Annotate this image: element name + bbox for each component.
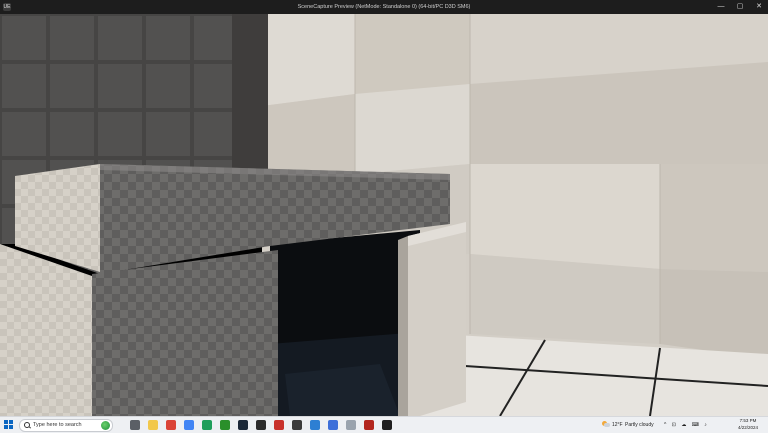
right-pillar <box>408 222 466 416</box>
weather-temp: 12°F <box>612 422 623 428</box>
bing-globe-icon <box>101 421 110 430</box>
windows-start-icon[interactable] <box>4 420 14 430</box>
taskbar-search[interactable]: Type here to search <box>19 419 113 432</box>
weather-desc: Partly cloudy <box>625 422 654 428</box>
chrome-icon[interactable] <box>166 420 176 430</box>
task-view-icon[interactable] <box>130 420 140 430</box>
weather-icon[interactable] <box>602 421 610 428</box>
file-explorer-icon[interactable] <box>148 420 158 430</box>
steam-icon[interactable] <box>238 420 248 430</box>
xbox-icon[interactable] <box>220 420 230 430</box>
search-placeholder: Type here to search <box>33 422 82 428</box>
app-green-icon[interactable] <box>202 420 212 430</box>
app-dark-icon[interactable] <box>292 420 302 430</box>
minimize-button[interactable]: — <box>712 0 730 14</box>
maximize-button[interactable]: ▢ <box>731 0 749 14</box>
taskbar-clock[interactable]: 7:53 PM 4/22/2024 <box>737 418 759 431</box>
clock-date: 4/22/2024 <box>737 424 759 430</box>
app-red-icon[interactable] <box>274 420 284 430</box>
close-button[interactable]: ✕ <box>750 0 768 14</box>
app-dark2-icon[interactable] <box>382 420 392 430</box>
window-title: SceneCapture Preview (NetMode: Standalon… <box>297 4 471 10</box>
app-blue-icon[interactable] <box>328 420 338 430</box>
system-tray-icons[interactable]: ^ ⊡ ☁ ⌨ ♪ <box>664 417 709 433</box>
clock-time: 7:53 PM <box>739 418 757 423</box>
taskbar: Type here to search 12°F Partly cloudy ^… <box>0 416 768 433</box>
vscode-icon[interactable] <box>310 420 320 430</box>
chrome-alt-icon[interactable] <box>184 420 194 430</box>
title-bar[interactable]: UE SceneCapture Preview (NetMode: Standa… <box>0 0 768 14</box>
unreal-engine-icon[interactable] <box>256 420 266 430</box>
game-viewport[interactable] <box>0 14 768 416</box>
app-gray-icon[interactable] <box>346 420 356 430</box>
scene-render <box>0 14 768 416</box>
left-pillar <box>92 250 278 416</box>
search-icon <box>24 422 30 428</box>
app-red2-icon[interactable] <box>364 420 374 430</box>
